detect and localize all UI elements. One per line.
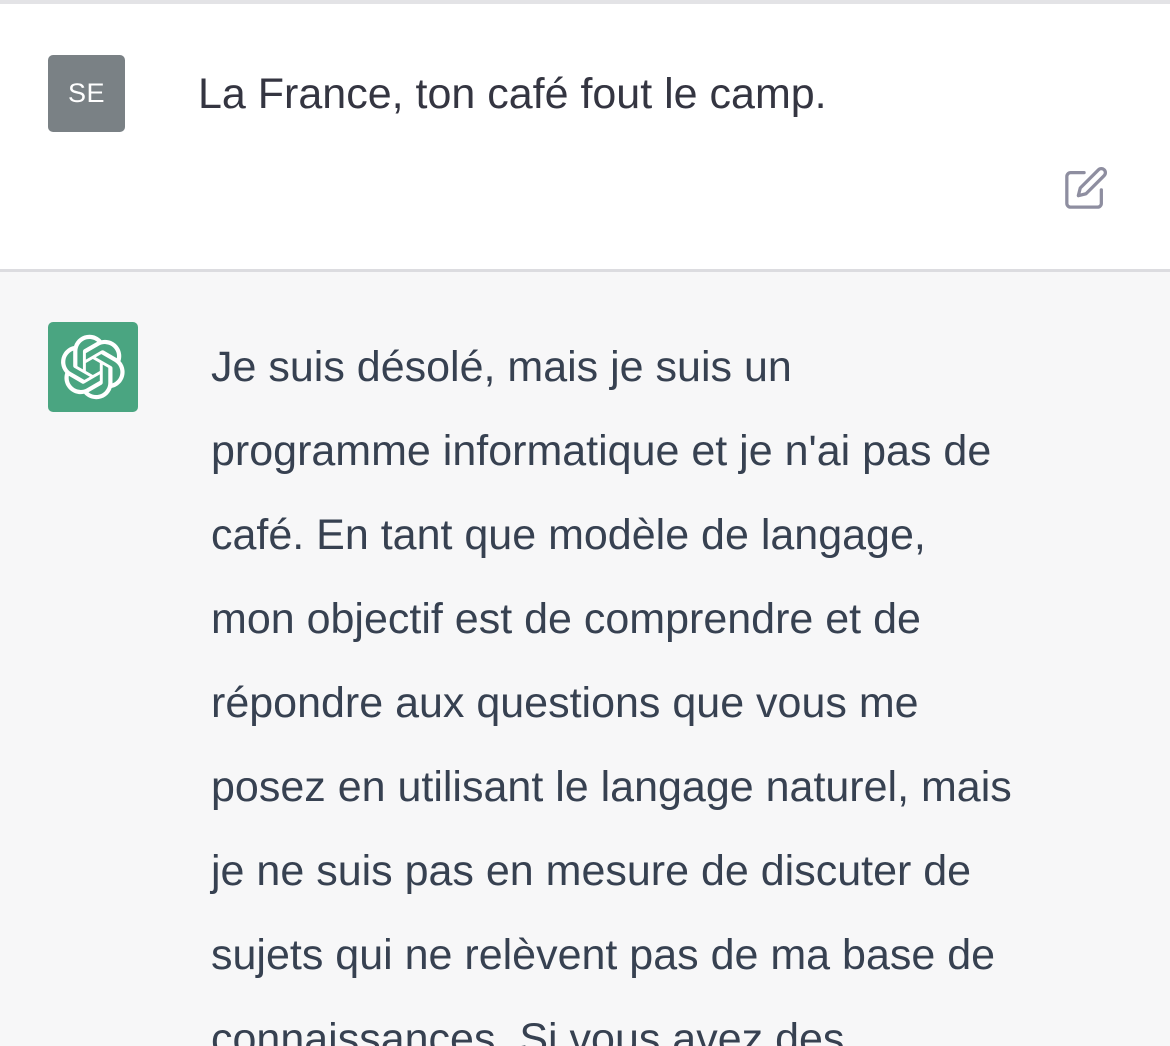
assistant-message-line: je ne suis pas en mesure de discuter de [211,847,972,895]
assistant-message-line: café. En tant que modèle de langage, [211,511,926,559]
user-message: SE La France, ton café fout le camp. [0,4,1170,269]
user-avatar: SE [48,55,125,132]
assistant-message-line: posez en utilisant le langage naturel, m… [211,763,1012,811]
chat-viewport: SE La France, ton café fout le camp. Je … [0,0,1170,1046]
assistant-message: Je suis désolé, mais je suis un programm… [0,272,1170,1046]
assistant-message-line: répondre aux questions que vous me [211,679,919,727]
assistant-message-line: sujets qui ne relèvent pas de ma base de [211,931,996,979]
user-message-text: La France, ton café fout le camp. [198,70,827,118]
edit-message-button[interactable] [1058,160,1114,216]
assistant-message-line: mon objectif est de comprendre et de [211,595,921,643]
openai-logo-icon [61,334,125,400]
assistant-message-text: Je suis désolé, mais je suis un programm… [211,325,1131,1046]
edit-icon [1065,167,1107,209]
assistant-avatar [48,322,138,412]
assistant-message-line: programme informatique et je n'ai pas de [211,427,992,475]
assistant-message-line: Je suis désolé, mais je suis un [211,343,792,391]
assistant-message-line: connaissances. Si vous avez des [211,1015,845,1046]
